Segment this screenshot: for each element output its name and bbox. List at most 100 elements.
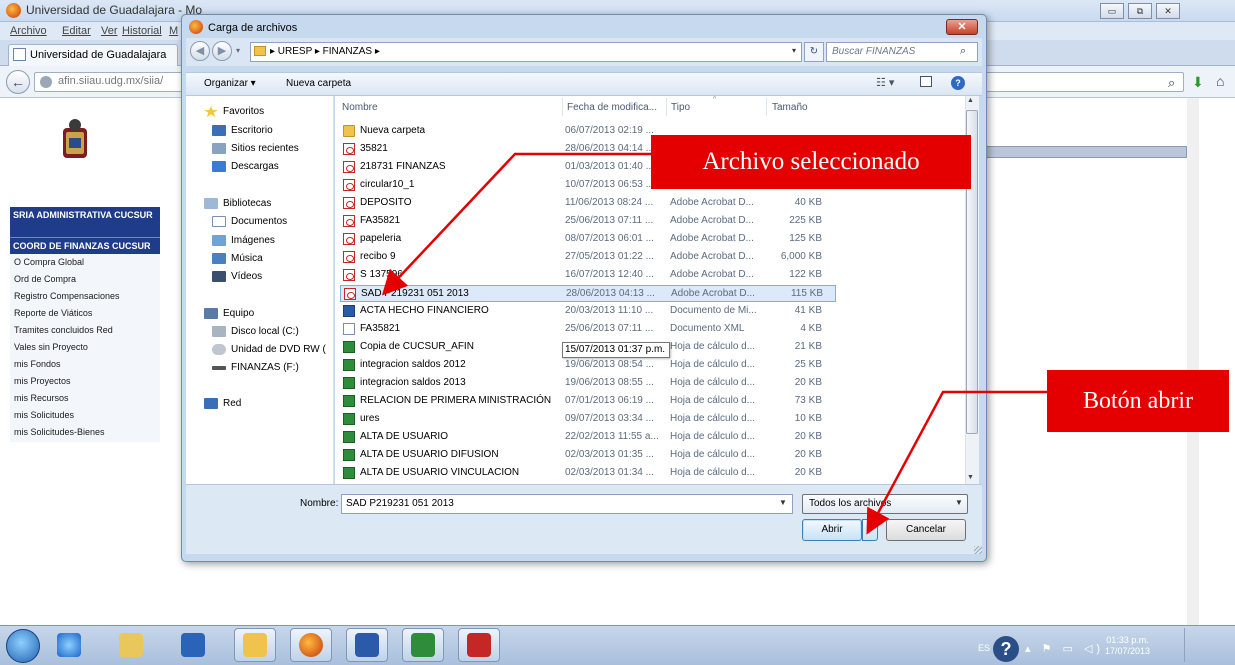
close-window-button[interactable]: ✕ [1156, 3, 1180, 19]
tray-help-icon[interactable]: ? [993, 636, 1019, 662]
nav-red[interactable]: Red [204, 398, 241, 409]
cancel-button[interactable]: Cancelar [886, 519, 966, 541]
menu-historial[interactable]: Historial [122, 25, 162, 37]
browser-scrollbar[interactable] [1187, 98, 1199, 625]
file-row[interactable]: ures 09/07/2013 03:34 ... Hoja de cálculo … [340, 411, 836, 428]
file-row[interactable]: FA35821 25/06/2013 07:11 ... Adobe Acrobat… [340, 213, 836, 230]
preview-pane-icon[interactable] [920, 76, 932, 87]
file-row[interactable]: recibo 9 27/05/2013 01:22 ... Adobe Acroba… [340, 249, 836, 266]
maximize-button[interactable]: ⧉ [1128, 3, 1152, 19]
menu-ver[interactable]: Ver [101, 25, 118, 37]
sidebar-item-tramites[interactable]: Tramites concluidos Red [14, 325, 113, 335]
xml-file-icon [343, 323, 355, 335]
menu-more[interactable]: M [169, 25, 178, 37]
nav-imagenes[interactable]: Imágenes [212, 235, 275, 246]
open-button[interactable]: Abrir [802, 519, 862, 541]
word-icon [355, 633, 379, 657]
taskbar-outlook[interactable] [172, 628, 214, 662]
taskbar-acrobat[interactable] [458, 628, 500, 662]
taskbar-excel[interactable] [402, 628, 444, 662]
nav-documentos[interactable]: Documentos [212, 216, 287, 227]
browser-search-icon[interactable]: ⌕ [1168, 75, 1175, 91]
dialog-back-icon[interactable]: ◀ [190, 41, 210, 61]
file-row-selected[interactable]: SAD P219231 051 2013 28/06/2013 04:13 ...… [340, 285, 836, 302]
nav-dvd[interactable]: Unidad de DVD RW ( [212, 344, 326, 355]
tray-icons[interactable]: ▴ ⚑ ▭ ◁) [1025, 642, 1104, 655]
menu-archivo[interactable]: Archivo [10, 25, 47, 37]
file-row[interactable]: integracion saldos 2013 19/06/2013 08:55 … [340, 375, 836, 392]
organizar-button[interactable]: Organizar ▾ [204, 78, 256, 89]
file-row[interactable]: S 137596 16/07/2013 12:40 ... Adobe Acroba… [340, 267, 836, 284]
filename-dropdown-icon[interactable]: ▼ [779, 498, 787, 507]
nav-equipo[interactable]: Equipo [204, 308, 254, 319]
col-header-tamano[interactable]: Tamaño [772, 102, 808, 113]
taskbar-explorer[interactable] [110, 628, 152, 662]
nav-escritorio[interactable]: Escritorio [212, 125, 273, 136]
scroll-down-icon[interactable]: ▼ [967, 474, 974, 481]
download-icon[interactable]: ⬇ [1192, 74, 1204, 91]
sidebar-item-recursos[interactable]: mis Recursos [14, 393, 69, 403]
nueva-carpeta-button[interactable]: Nueva carpeta [286, 78, 351, 89]
taskbar-firefox[interactable] [290, 628, 332, 662]
scroll-up-icon[interactable]: ▲ [967, 97, 974, 104]
taskbar-ie[interactable] [48, 628, 90, 662]
nav-bibliotecas[interactable]: Bibliotecas [204, 198, 271, 209]
sidebar-item-compensaciones[interactable]: Registro Compensaciones [14, 291, 120, 301]
sidebar-item-vales[interactable]: Vales sin Proyecto [14, 342, 88, 352]
resize-grip-icon[interactable] [974, 546, 982, 554]
tray-language[interactable]: ES [978, 643, 990, 653]
dialog-close-button[interactable]: ✕ [946, 19, 978, 35]
start-button[interactable] [6, 629, 40, 663]
filename-input[interactable]: SAD P219231 051 2013 [341, 494, 793, 514]
search-icon[interactable]: ⌕ [960, 45, 966, 58]
filetype-dropdown-icon[interactable]: ▼ [955, 498, 963, 507]
refresh-icon[interactable]: ↻ [804, 42, 824, 62]
taskbar-word[interactable] [346, 628, 388, 662]
home-icon[interactable]: ⌂ [1216, 73, 1224, 89]
dialog-forward-icon[interactable]: ▶ [212, 41, 232, 61]
minimize-button[interactable]: ▭ [1100, 3, 1124, 19]
sidebar-item-viaticos[interactable]: Reporte de Viáticos [14, 308, 92, 318]
help-icon[interactable]: ? [951, 76, 965, 90]
nav-disco-local[interactable]: Disco local (C:) [212, 326, 299, 337]
file-row[interactable]: ALTA DE USUARIO VINCULACION 02/03/2013 01… [340, 465, 836, 482]
open-dropdown-icon[interactable]: ▼ [862, 519, 878, 541]
nav-descargas[interactable]: Descargas [212, 161, 279, 172]
sidebar-item-proyectos[interactable]: mis Proyectos [14, 376, 71, 386]
col-separator[interactable] [666, 98, 667, 116]
file-row[interactable]: RELACION DE PRIMERA MINISTRACIÓN 07/01/20… [340, 393, 836, 410]
file-row[interactable]: papeleria 08/07/2013 06:01 ... Adobe Acrob… [340, 231, 836, 248]
nav-musica[interactable]: Música [212, 253, 263, 264]
nav-videos[interactable]: Vídeos [212, 271, 262, 282]
file-row[interactable]: DEPOSITO 11/06/2013 08:24 ... Adobe Acroba… [340, 195, 836, 212]
file-row[interactable]: ALTA DE USUARIO 22/02/2013 11:55 a... Hoja… [340, 429, 836, 446]
back-arrow-icon[interactable]: ← [6, 70, 30, 94]
col-header-nombre[interactable]: Nombre [342, 102, 378, 113]
file-row[interactable]: ALTA DE USUARIO DIFUSION 02/03/2013 01:35… [340, 447, 836, 464]
col-separator[interactable] [562, 98, 563, 116]
filetype-select[interactable]: Todos los archivos [802, 494, 968, 514]
sidebar-item-solicitudes[interactable]: mis Solicitudes [14, 410, 74, 420]
sidebar-item-compra-global[interactable]: O Compra Global [14, 257, 84, 267]
recent-dropdown-icon[interactable]: ▾ [236, 46, 240, 55]
col-header-fecha[interactable]: Fecha de modifica... [567, 102, 657, 113]
file-row[interactable]: integracion saldos 2012 19/06/2013 08:54 … [340, 357, 836, 374]
nav-finanzas-drive[interactable]: FINANZAS (F:) [212, 362, 299, 373]
sidebar-item-fondos[interactable]: mis Fondos [14, 359, 61, 369]
file-name: ACTA HECHO FINANCIERO [360, 305, 489, 316]
col-header-tipo[interactable]: Tipo [671, 102, 690, 113]
show-desktop-button[interactable] [1184, 628, 1196, 662]
file-row[interactable]: FA35821 25/06/2013 07:11 ... Documento XML… [340, 321, 836, 338]
sidebar-item-ord-compra[interactable]: Ord de Compra [14, 274, 76, 284]
file-row[interactable]: ACTA HECHO FINANCIERO 20/03/2013 11:10 ..… [340, 303, 836, 320]
views-icon[interactable]: ☷ ▾ [876, 76, 894, 89]
col-separator[interactable] [766, 98, 767, 116]
nav-sitios-recientes[interactable]: Sitios recientes [212, 143, 299, 154]
nav-favoritos[interactable]: Favoritos [204, 106, 264, 117]
file-date: 02/03/2013 01:35 ... [565, 449, 654, 460]
sidebar-item-solicitudes-bienes[interactable]: mis Solicitudes-Bienes [14, 427, 105, 437]
taskbar-folder[interactable] [234, 628, 276, 662]
path-dropdown-icon[interactable]: ▾ [792, 46, 796, 55]
menu-editar[interactable]: Editar [62, 25, 91, 37]
tray-clock[interactable]: 01:33 p.m. 17/07/2013 [1105, 635, 1150, 657]
